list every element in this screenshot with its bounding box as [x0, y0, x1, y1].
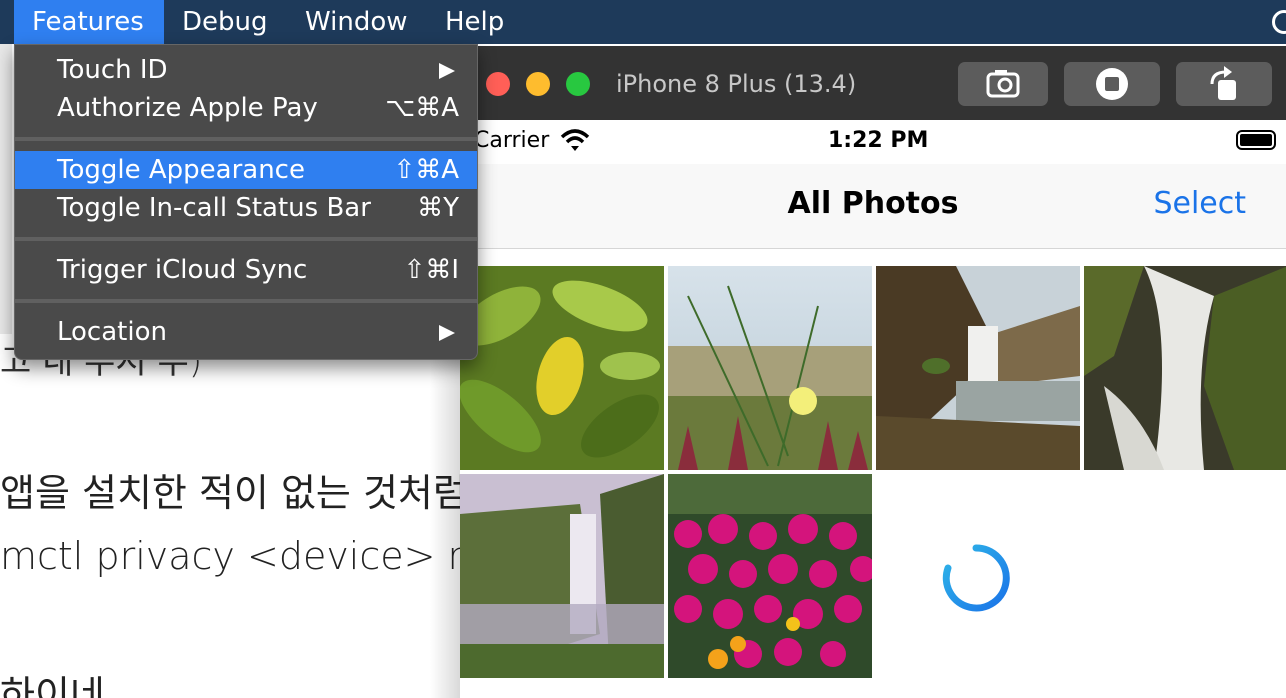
menu-window[interactable]: Window	[305, 0, 408, 44]
document-line: 하이네	[0, 673, 105, 698]
navigation-bar: All Photos Select	[460, 164, 1286, 249]
menu-item-touch-id[interactable]: Touch ID	[15, 51, 477, 89]
menu-item-trigger-icloud-sync[interactable]: Trigger iCloud Sync ⇧⌘I	[15, 251, 477, 289]
close-button[interactable]	[486, 72, 510, 96]
menu-item-toggle-in-call-status-bar[interactable]: Toggle In-call Status Bar ⌘Y	[15, 189, 477, 227]
submenu-arrow-icon	[439, 63, 455, 79]
document-sidebar-edge	[0, 44, 12, 334]
battery-icon	[1236, 130, 1276, 150]
menu-separator	[15, 299, 477, 303]
minimize-button[interactable]	[526, 72, 550, 96]
menu-item-label: Authorize Apple Pay	[57, 93, 318, 123]
menu-help[interactable]: Help	[445, 0, 504, 44]
status-time: 1:22 PM	[828, 128, 929, 153]
ios-status-bar: Carrier 1:22 PM	[460, 120, 1286, 164]
carrier-label: Carrier	[474, 128, 550, 153]
menu-item-shortcut: ⇧⌘A	[393, 155, 459, 185]
features-menu: Touch ID Authorize Apple Pay ⌥⌘A Toggle …	[14, 44, 478, 360]
menu-item-authorize-apple-pay[interactable]: Authorize Apple Pay ⌥⌘A	[15, 89, 477, 127]
home-icon	[1096, 68, 1128, 100]
menu-item-shortcut: ⌘Y	[417, 193, 459, 223]
menu-item-label: Toggle Appearance	[57, 155, 305, 185]
menu-item-label: Trigger iCloud Sync	[57, 255, 308, 285]
simulator-titlebar: iPhone 8 Plus (13.4)	[460, 46, 1286, 120]
loading-spinner	[942, 544, 1010, 612]
simulator-window: iPhone 8 Plus (13.4) Carrier 1:22 PM All…	[460, 46, 1286, 698]
screenshot-icon	[986, 70, 1020, 98]
device-screen: Carrier 1:22 PM All Photos Select	[460, 120, 1286, 698]
select-button[interactable]: Select	[1153, 186, 1246, 221]
zoom-button[interactable]	[566, 72, 590, 96]
menu-item-label: Touch ID	[57, 55, 168, 85]
menu-separator	[15, 237, 477, 241]
photo-thumbnail-dune-grass[interactable]	[668, 266, 872, 470]
menu-item-shortcut: ⌥⌘A	[385, 93, 459, 123]
menu-item-shortcut: ⇧⌘I	[403, 255, 459, 285]
photo-thumbnail-waterfall-valley[interactable]	[460, 474, 664, 678]
window-title: iPhone 8 Plus (13.4)	[616, 70, 857, 98]
photo-thumbnail-leaves[interactable]	[460, 266, 664, 470]
menu-item-toggle-appearance[interactable]: Toggle Appearance ⇧⌘A	[15, 151, 477, 189]
photo-thumbnail-waterfall-closeup[interactable]	[1084, 266, 1286, 470]
menu-separator	[15, 137, 477, 141]
menu-item-label: Location	[57, 317, 167, 347]
status-menu-icon[interactable]	[1272, 10, 1286, 34]
screenshot-button[interactable]	[958, 62, 1048, 106]
home-button[interactable]	[1064, 62, 1160, 106]
document-line: mctl privacy <device> rese	[0, 534, 460, 578]
menu-item-label: Toggle In-call Status Bar	[57, 193, 371, 223]
menu-item-location[interactable]: Location	[15, 313, 477, 351]
menu-bar: Features Debug Window Help	[0, 0, 1286, 44]
document-line: 앱을 설치한 적이 없는 것처럼	[0, 471, 460, 515]
submenu-arrow-icon	[439, 325, 455, 341]
wifi-icon	[560, 129, 590, 151]
rotate-icon	[1210, 66, 1236, 100]
photo-thumbnail-waterfall-cliff[interactable]	[876, 266, 1080, 470]
rotate-button[interactable]	[1176, 62, 1272, 106]
photo-thumbnail-pink-flowers[interactable]	[668, 474, 872, 678]
menu-features[interactable]: Features	[14, 0, 164, 44]
menu-debug[interactable]: Debug	[182, 0, 268, 44]
